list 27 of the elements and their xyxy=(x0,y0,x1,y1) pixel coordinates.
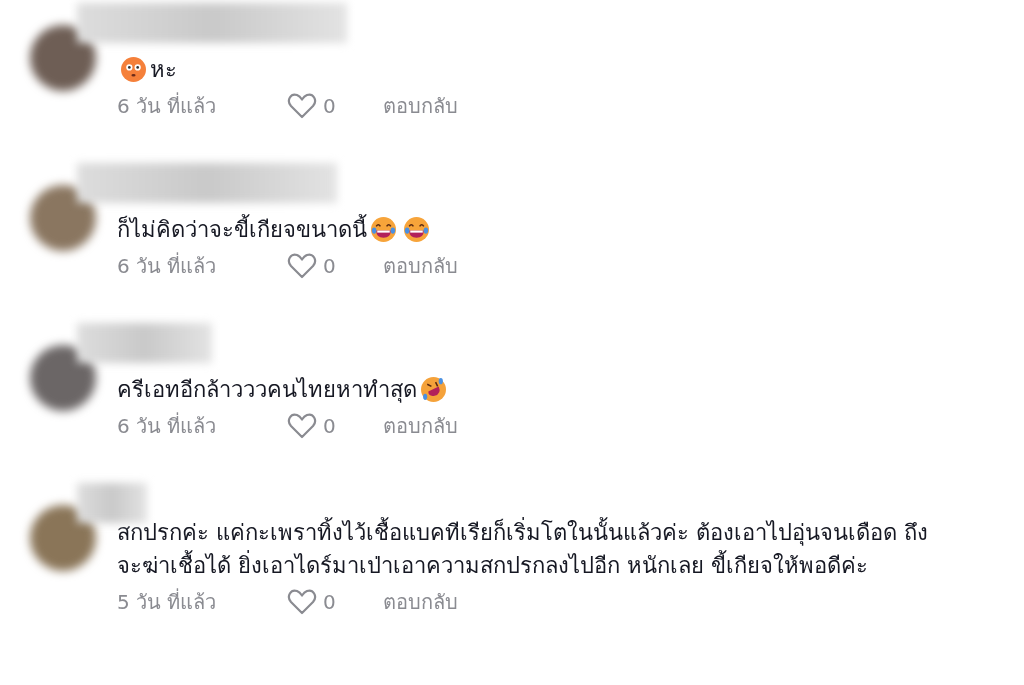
heart-icon[interactable] xyxy=(287,93,317,119)
heart-icon[interactable] xyxy=(287,589,317,615)
comment-text: ครีเอทอีกล้าวววคนไทยหาทำสุด xyxy=(117,377,417,402)
avatar[interactable] xyxy=(30,345,96,411)
comment-time: 6 วัน ที่แล้ว xyxy=(117,91,218,120)
avatar[interactable] xyxy=(30,185,96,251)
laughing-face-icon xyxy=(404,217,429,242)
reply-link[interactable]: ตอบกลับ xyxy=(383,91,458,121)
flushed-face-icon xyxy=(121,57,146,82)
like-count: 0 xyxy=(323,93,337,120)
comment-time: 6 วัน ที่แล้ว xyxy=(117,251,218,280)
heart-icon[interactable] xyxy=(287,253,317,279)
laughing-face-icon xyxy=(371,217,396,242)
like-count: 0 xyxy=(323,253,337,280)
comment-time: 6 วัน ที่แล้ว xyxy=(117,411,218,440)
comment-time: 5 วัน ที่แล้ว xyxy=(117,587,218,616)
like-count: 0 xyxy=(323,413,337,440)
heart-icon[interactable] xyxy=(287,413,317,439)
blurred-username xyxy=(77,483,147,523)
reply-link[interactable]: ตอบกลับ xyxy=(383,587,458,617)
reply-link[interactable]: ตอบกลับ xyxy=(383,411,458,441)
reply-link[interactable]: ตอบกลับ xyxy=(383,251,458,281)
avatar[interactable] xyxy=(30,505,96,571)
comment-text: หะ xyxy=(150,57,177,82)
like-count: 0 xyxy=(323,589,337,616)
avatar[interactable] xyxy=(30,25,96,91)
rolling-laughing-face-icon xyxy=(421,377,446,402)
